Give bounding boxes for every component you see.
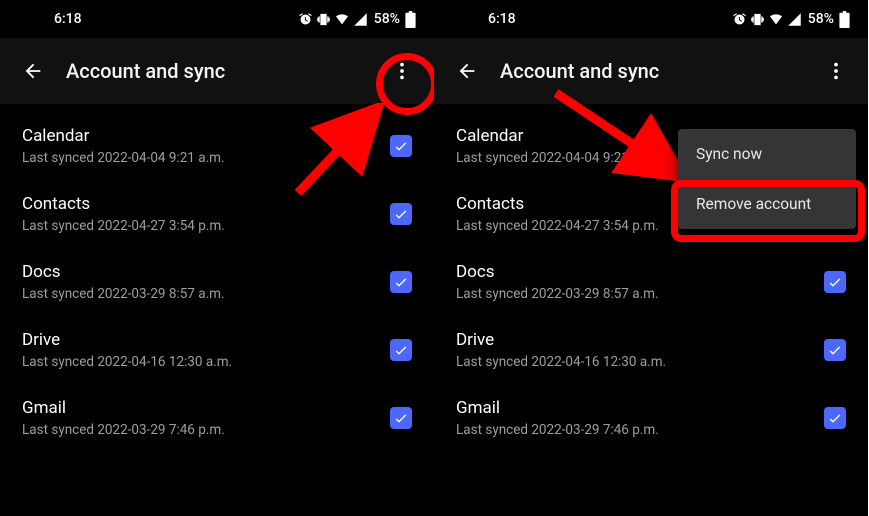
alarm-icon — [298, 12, 313, 27]
item-title: Drive — [22, 330, 390, 350]
status-right: 58% — [732, 11, 850, 28]
check-icon — [393, 274, 409, 290]
status-bar: 6:18 58% — [434, 0, 868, 38]
signal-icon — [353, 12, 368, 27]
signal-icon — [787, 12, 802, 27]
item-text: Docs Last synced 2022-03-29 8:57 a.m. — [456, 262, 824, 302]
sync-checkbox[interactable] — [390, 407, 412, 429]
check-icon — [393, 410, 409, 426]
item-title: Contacts — [22, 194, 390, 214]
check-icon — [827, 274, 843, 290]
item-sub: Last synced 2022-04-27 3:54 p.m. — [22, 218, 390, 234]
screen-left: 6:18 58% Account and sync Calendar — [0, 0, 434, 516]
item-title: Drive — [456, 330, 824, 350]
item-sub: Last synced 2022-04-16 12:30 a.m. — [22, 354, 390, 370]
check-icon — [827, 342, 843, 358]
vibrate-icon — [316, 12, 331, 27]
top-bar: Account and sync — [434, 38, 868, 104]
list-item[interactable]: Gmail Last synced 2022-03-29 7:46 p.m. — [434, 384, 868, 452]
sync-list: Calendar Last synced 2022-04-04 9:21 a.m… — [0, 104, 434, 460]
check-icon — [393, 206, 409, 222]
wifi-icon — [334, 11, 350, 27]
list-item[interactable]: Drive Last synced 2022-04-16 12:30 a.m. — [434, 316, 868, 384]
top-bar: Account and sync — [0, 38, 434, 104]
list-item[interactable]: Calendar Last synced 2022-04-04 9:21 a.m… — [0, 112, 434, 180]
item-title: Docs — [456, 262, 824, 282]
item-sub: Last synced 2022-03-29 7:46 p.m. — [22, 422, 390, 438]
item-text: Contacts Last synced 2022-04-27 3:54 p.m… — [22, 194, 390, 234]
popup-sync-now[interactable]: Sync now — [678, 129, 856, 179]
list-item[interactable]: Gmail Last synced 2022-03-29 7:46 p.m. — [0, 384, 434, 452]
item-title: Calendar — [22, 126, 390, 146]
sync-checkbox[interactable] — [390, 339, 412, 361]
check-icon — [393, 342, 409, 358]
battery-icon — [405, 11, 416, 28]
item-sub: Last synced 2022-03-29 7:46 p.m. — [456, 422, 824, 438]
options-popup: Sync now Remove account — [678, 129, 856, 229]
battery-icon — [839, 11, 850, 28]
status-time: 6:18 — [54, 11, 82, 27]
item-title: Gmail — [456, 398, 824, 418]
sync-checkbox[interactable] — [824, 271, 846, 293]
back-button[interactable] — [456, 60, 478, 82]
item-text: Gmail Last synced 2022-03-29 7:46 p.m. — [22, 398, 390, 438]
popup-remove-account[interactable]: Remove account — [678, 179, 856, 229]
page-title: Account and sync — [500, 59, 796, 83]
annotation-circle — [376, 53, 434, 115]
item-sub: Last synced 2022-04-16 12:30 a.m. — [456, 354, 824, 370]
list-item[interactable]: Contacts Last synced 2022-04-27 3:54 p.m… — [0, 180, 434, 248]
list-item[interactable]: Docs Last synced 2022-03-29 8:57 a.m. — [0, 248, 434, 316]
status-time: 6:18 — [488, 11, 516, 27]
item-text: Drive Last synced 2022-04-16 12:30 a.m. — [456, 330, 824, 370]
item-sub: Last synced 2022-03-29 8:57 a.m. — [456, 286, 824, 302]
sync-checkbox[interactable] — [390, 271, 412, 293]
status-icons — [732, 11, 802, 27]
battery-pct: 58% — [808, 11, 834, 27]
screen-right: 6:18 58% Account and sync Calendar — [434, 0, 868, 516]
back-arrow-icon — [456, 60, 478, 82]
wifi-icon — [768, 11, 784, 27]
item-sub: Last synced 2022-04-04 9:21 a.m. — [22, 150, 390, 166]
item-text: Gmail Last synced 2022-03-29 7:46 p.m. — [456, 398, 824, 438]
vibrate-icon — [750, 12, 765, 27]
item-title: Docs — [22, 262, 390, 282]
item-title: Gmail — [22, 398, 390, 418]
list-item[interactable]: Drive Last synced 2022-04-16 12:30 a.m. — [0, 316, 434, 384]
check-icon — [827, 410, 843, 426]
item-text: Calendar Last synced 2022-04-04 9:21 a.m… — [22, 126, 390, 166]
sync-checkbox[interactable] — [390, 135, 412, 157]
item-text: Drive Last synced 2022-04-16 12:30 a.m. — [22, 330, 390, 370]
item-text: Docs Last synced 2022-03-29 8:57 a.m. — [22, 262, 390, 302]
back-arrow-icon — [22, 60, 44, 82]
sync-checkbox[interactable] — [390, 203, 412, 225]
back-button[interactable] — [22, 60, 44, 82]
list-item[interactable]: Docs Last synced 2022-03-29 8:57 a.m. — [434, 248, 868, 316]
page-title: Account and sync — [66, 59, 362, 83]
status-right: 58% — [298, 11, 416, 28]
more-vert-icon — [825, 60, 847, 82]
more-options-button[interactable] — [818, 53, 854, 89]
item-sub: Last synced 2022-03-29 8:57 a.m. — [22, 286, 390, 302]
status-icons — [298, 11, 368, 27]
sync-checkbox[interactable] — [824, 339, 846, 361]
battery-pct: 58% — [374, 11, 400, 27]
status-bar: 6:18 58% — [0, 0, 434, 38]
sync-checkbox[interactable] — [824, 407, 846, 429]
alarm-icon — [732, 12, 747, 27]
check-icon — [393, 138, 409, 154]
